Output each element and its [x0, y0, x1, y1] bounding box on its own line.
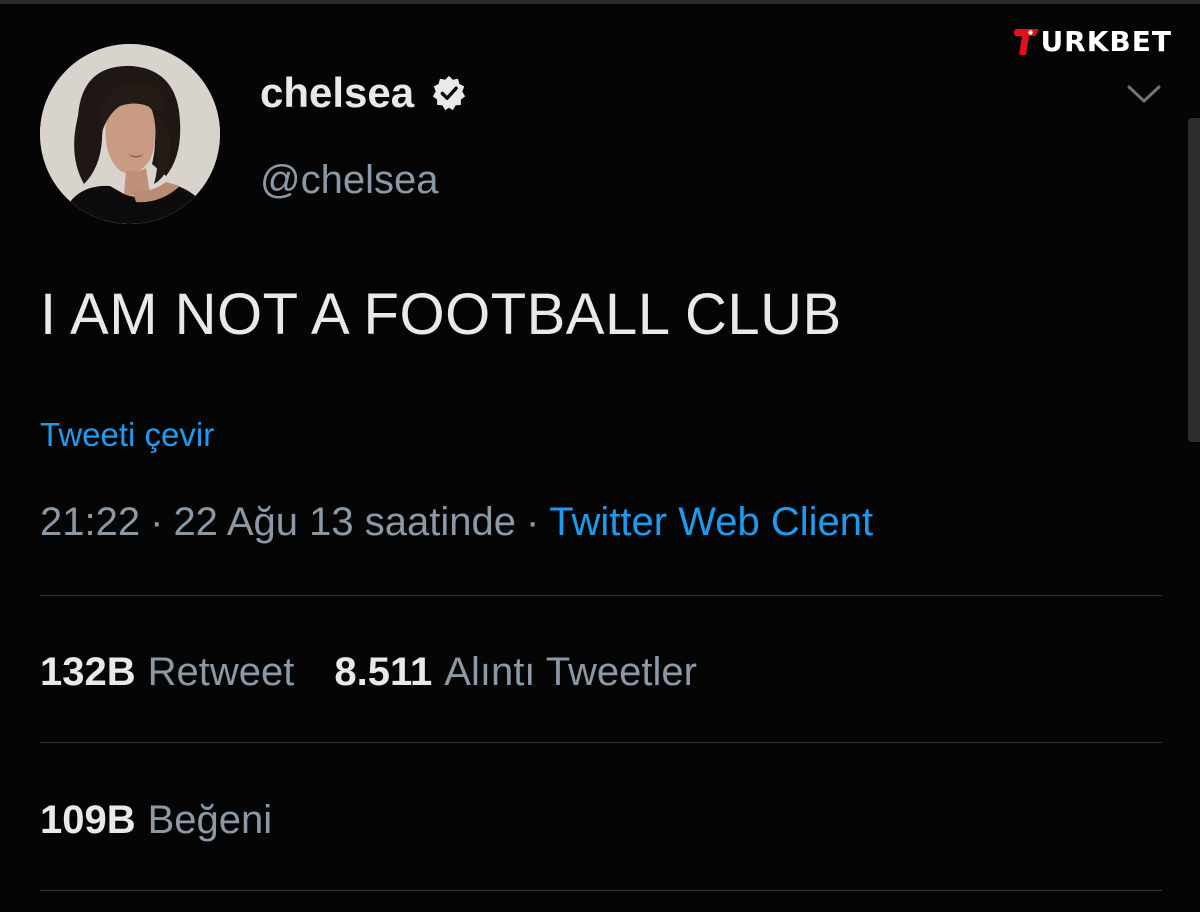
tweet-client-link[interactable]: Twitter Web Client: [549, 500, 873, 544]
tweet-detail-screen: URKBET chelsea @chelsea I AM NOT A FOOTB…: [0, 0, 1200, 912]
watermark-text: URKBET: [1040, 25, 1172, 58]
handle[interactable]: @chelsea: [260, 160, 438, 200]
stats-row-likes: 109B Beğeni: [40, 800, 272, 840]
tweet-meta: 21:22 · 22 Ağu 13 saatinde · Twitter Web Cli…: [40, 502, 873, 542]
stats-row-retweets: 132B Retweet 8.511 Alıntı Tweetler: [40, 652, 697, 692]
tweet-date[interactable]: 22 Ağu 13 saatinde: [173, 500, 516, 544]
quotes-label: Alıntı Tweetler: [444, 650, 697, 694]
avatar-photo: [40, 44, 220, 224]
tweet-text: I AM NOT A FOOTBALL CLUB: [40, 282, 842, 347]
retweets-label: Retweet: [147, 650, 295, 694]
turkbet-t-icon: [1014, 29, 1039, 55]
top-edge: [0, 0, 1200, 4]
chevron-down-icon[interactable]: [1126, 82, 1162, 106]
divider: [40, 595, 1162, 596]
translate-tweet-link[interactable]: Tweeti çevir: [40, 418, 214, 451]
likes-label: Beğeni: [147, 798, 273, 842]
divider: [40, 890, 1162, 891]
divider: [40, 742, 1162, 743]
likes-stat[interactable]: 109B Beğeni: [40, 798, 272, 842]
quotes-stat[interactable]: 8.511 Alıntı Tweetler: [334, 650, 697, 694]
quotes-count: 8.511: [334, 650, 433, 694]
display-name[interactable]: chelsea: [260, 72, 414, 114]
verified-badge-icon: [432, 75, 466, 111]
display-name-row: chelsea: [260, 72, 468, 114]
avatar[interactable]: [40, 44, 220, 224]
likes-count: 109B: [40, 798, 136, 842]
meta-separator: ·: [525, 500, 540, 544]
retweets-stat[interactable]: 132B Retweet: [40, 650, 294, 694]
tweet-time[interactable]: 21:22: [40, 500, 140, 544]
watermark-logo: URKBET: [1013, 26, 1172, 58]
meta-separator: ·: [150, 500, 164, 544]
retweets-count: 132B: [40, 650, 136, 694]
scrollbar[interactable]: [1188, 118, 1200, 442]
